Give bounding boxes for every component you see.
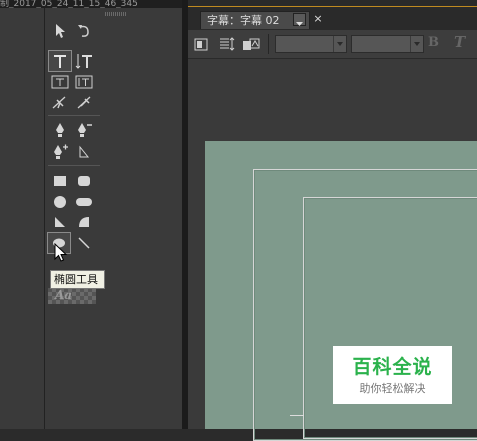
tools-separator — [48, 115, 100, 116]
chevron-down-icon — [333, 36, 346, 52]
tooltip-ellipse-tool: 椭圆工具 — [50, 270, 105, 289]
new-title-icon — [194, 38, 208, 51]
pill-icon — [76, 198, 92, 206]
convert-anchor-tool-button[interactable] — [73, 142, 95, 162]
tools-separator — [48, 165, 100, 166]
delete-anchor-tool-button[interactable] — [73, 120, 95, 140]
add-anchor-tool-button[interactable] — [49, 142, 71, 162]
rectangle-tool-button[interactable] — [49, 171, 71, 191]
toolbar-separator — [268, 34, 269, 54]
bold-button[interactable]: B — [428, 35, 439, 50]
vertical-path-type-icon — [77, 96, 91, 109]
font-style-select[interactable] — [351, 35, 424, 53]
tab-menu-button[interactable] — [293, 13, 306, 26]
roll-crawl-options-button[interactable] — [219, 36, 235, 52]
arc-icon — [79, 217, 89, 227]
left-panel-strip — [0, 0, 45, 429]
line-icon — [78, 237, 90, 249]
convert-anchor-icon — [79, 145, 90, 158]
pen-minus-icon — [78, 123, 92, 137]
tab-close-button[interactable]: × — [311, 11, 325, 27]
pen-plus-icon — [54, 144, 68, 159]
window-title: 制_2017_05_24_11_15_46_345 — [0, 0, 185, 8]
arc-tool-button[interactable] — [73, 212, 95, 232]
pen-icon — [56, 123, 64, 137]
rotate-icon — [78, 25, 89, 37]
new-title-button[interactable] — [194, 36, 210, 52]
horizontal-type-icon — [54, 55, 66, 68]
vertical-type-icon — [75, 54, 92, 69]
watermark-logo: 百科全说 助你轻松解决 — [333, 346, 452, 404]
type-tool-button[interactable] — [48, 50, 72, 72]
tab-strip-accent — [188, 6, 477, 7]
font-family-select[interactable] — [275, 35, 347, 53]
style-preview-text: Aa — [55, 288, 73, 302]
area-type-icon — [51, 75, 69, 89]
mouse-cursor-icon — [54, 243, 68, 262]
path-type-tool-button[interactable] — [49, 92, 71, 112]
italic-button[interactable]: T — [454, 33, 465, 51]
rounded-corner-tool-button[interactable] — [73, 192, 95, 212]
chevron-down-icon — [296, 22, 303, 26]
vertical-area-type-icon — [75, 75, 93, 89]
vertical-area-type-tool-button[interactable] — [73, 72, 95, 92]
arrow-pointer-icon — [56, 24, 65, 38]
vertical-path-type-tool-button[interactable] — [73, 92, 95, 112]
templates-button[interactable] — [242, 36, 260, 52]
templates-icon — [243, 38, 260, 50]
pen-tool-button[interactable] — [49, 120, 71, 140]
clipped-rectangle-icon — [54, 196, 66, 208]
canvas-marker — [290, 415, 304, 416]
clipped-corner-tool-button[interactable] — [49, 192, 71, 212]
rotation-tool-button[interactable] — [73, 21, 95, 41]
watermark-title: 百科全说 — [352, 356, 433, 378]
selection-tool-button[interactable] — [49, 21, 71, 41]
rounded-rectangle-icon — [78, 176, 90, 186]
chevron-down-icon — [410, 36, 423, 52]
wedge-icon — [55, 217, 65, 227]
vertical-type-tool-button[interactable] — [73, 51, 95, 71]
rectangle-icon — [54, 176, 66, 186]
roll-crawl-icon — [220, 37, 235, 51]
panel-grip-handle[interactable] — [105, 12, 127, 16]
watermark-subtitle: 助你轻松解决 — [359, 382, 426, 395]
rounded-rectangle-tool-button[interactable] — [73, 171, 95, 191]
line-tool-button[interactable] — [73, 233, 95, 253]
area-type-tool-button[interactable] — [49, 72, 71, 92]
path-type-icon — [52, 96, 66, 109]
wedge-tool-button[interactable] — [49, 212, 71, 232]
